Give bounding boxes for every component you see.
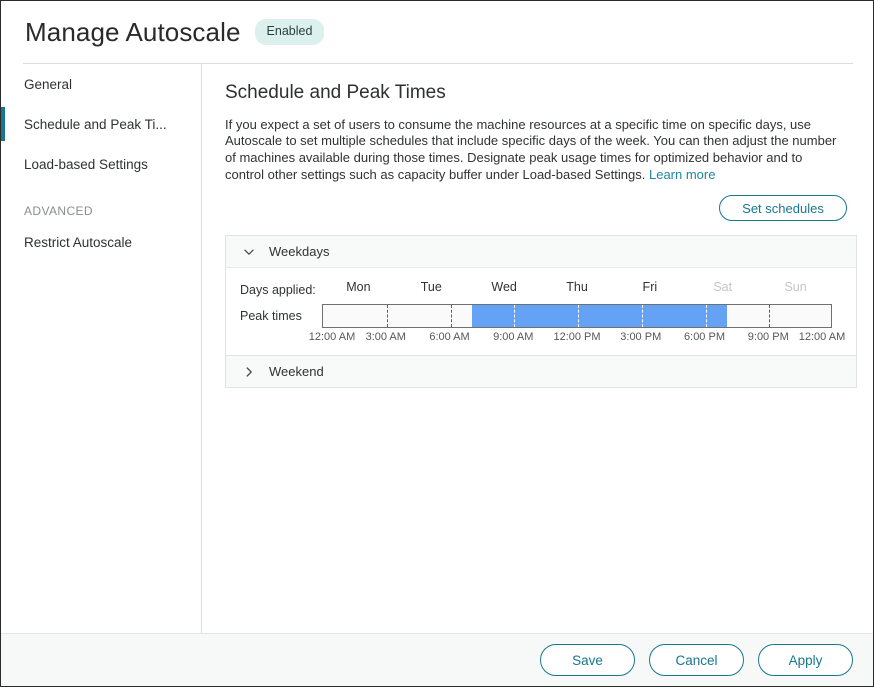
status-badge: Enabled [255, 19, 325, 45]
timeline-gridline [514, 305, 515, 327]
timeline-gridline [642, 305, 643, 327]
timeline-gridline [706, 305, 707, 327]
day-label-thu[interactable]: Thu [566, 280, 588, 294]
peak-times-timeline[interactable] [322, 304, 832, 328]
day-label-mon[interactable]: Mon [346, 280, 370, 294]
peak-times-row: Peak times [240, 304, 842, 328]
axis-tick-label: 9:00 AM [493, 331, 533, 343]
sidebar-item-label: Schedule and Peak Ti... [24, 117, 167, 132]
axis-tick-label: 6:00 PM [684, 331, 725, 343]
schedules-accordion: Weekdays Days applied: Mon Tue Wed Thu Fri Sa… [225, 235, 857, 388]
cancel-button[interactable]: Cancel [649, 644, 744, 676]
description-text: If you expect a set of users to consume … [225, 117, 836, 182]
timeline-gridline [451, 305, 452, 327]
axis-tick-label: 12:00 AM [309, 331, 355, 343]
days-applied-label: Days applied: [240, 283, 322, 297]
timeline-gridline [387, 305, 388, 327]
days-applied-row: Days applied: Mon Tue Wed Thu Fri Sat Sun [240, 280, 842, 299]
schedule-panel-weekend: Weekend [225, 356, 857, 388]
chevron-down-icon [242, 245, 256, 259]
axis-tick-label: 3:00 PM [620, 331, 661, 343]
schedule-header-weekdays[interactable]: Weekdays [226, 236, 856, 268]
axis-tick-label: 3:00 AM [366, 331, 406, 343]
schedule-body-weekdays: Days applied: Mon Tue Wed Thu Fri Sat Sun Peak… [226, 268, 856, 355]
peak-times-label: Peak times [240, 309, 322, 323]
axis-tick-label: 9:00 PM [748, 331, 789, 343]
set-schedules-row: Set schedules [225, 195, 855, 221]
timeline-axis: 12:00 AM3:00 AM6:00 AM9:00 AM12:00 PM3:0… [322, 331, 832, 347]
axis-tick-label: 6:00 AM [429, 331, 469, 343]
timeline-gridline [769, 305, 770, 327]
chevron-right-icon [242, 365, 256, 379]
sidebar-item-restrict-autoscale[interactable]: Restrict Autoscale [1, 222, 201, 262]
set-schedules-button[interactable]: Set schedules [719, 195, 847, 221]
section-description: If you expect a set of users to consume … [225, 117, 840, 183]
manage-autoscale-window: Manage Autoscale Enabled General Schedul… [0, 0, 874, 687]
timeline-axis-row: 12:00 AM 3:00 AM 6:00 AM 9:00 AM 12:00 PM 3:0… [240, 331, 842, 347]
timeline-gridline [578, 305, 579, 327]
axis-tick-label: 12:00 AM [799, 331, 845, 343]
sidebar-item-label: Restrict Autoscale [24, 235, 132, 250]
save-button[interactable]: Save [540, 644, 635, 676]
day-label-tue[interactable]: Tue [421, 280, 442, 294]
page-title: Manage Autoscale [25, 19, 241, 45]
learn-more-link[interactable]: Learn more [649, 167, 715, 182]
day-label-fri[interactable]: Fri [643, 280, 658, 294]
sidebar-item-general[interactable]: General [1, 64, 201, 104]
axis-tick-label: 12:00 PM [553, 331, 600, 343]
day-label-wed[interactable]: Wed [491, 280, 516, 294]
schedule-header-weekend[interactable]: Weekend [226, 356, 856, 387]
dialog-footer: Save Cancel Apply [1, 633, 873, 686]
schedule-panel-weekdays: Weekdays Days applied: Mon Tue Wed Thu Fri Sa… [225, 235, 857, 356]
day-label-sun[interactable]: Sun [784, 280, 806, 294]
sidebar-item-label: General [24, 77, 72, 92]
days-track: Mon Tue Wed Thu Fri Sat Sun [322, 280, 832, 299]
schedule-name-label: Weekdays [269, 244, 329, 259]
apply-button[interactable]: Apply [758, 644, 853, 676]
sidebar-item-schedule-and-peak-times[interactable]: Schedule and Peak Ti... [1, 104, 201, 144]
main-content: Schedule and Peak Times If you expect a … [202, 64, 874, 633]
sidebar-nav: General Schedule and Peak Ti... Load-bas… [1, 64, 201, 632]
section-title: Schedule and Peak Times [225, 82, 855, 105]
sidebar-section-advanced: ADVANCED [1, 184, 201, 222]
peak-time-band[interactable] [472, 305, 727, 327]
window-header: Manage Autoscale Enabled [1, 1, 874, 63]
schedule-name-label: Weekend [269, 364, 324, 379]
sidebar-item-load-based-settings[interactable]: Load-based Settings [1, 144, 201, 184]
sidebar-item-label: Load-based Settings [24, 157, 148, 172]
day-label-sat[interactable]: Sat [713, 280, 732, 294]
